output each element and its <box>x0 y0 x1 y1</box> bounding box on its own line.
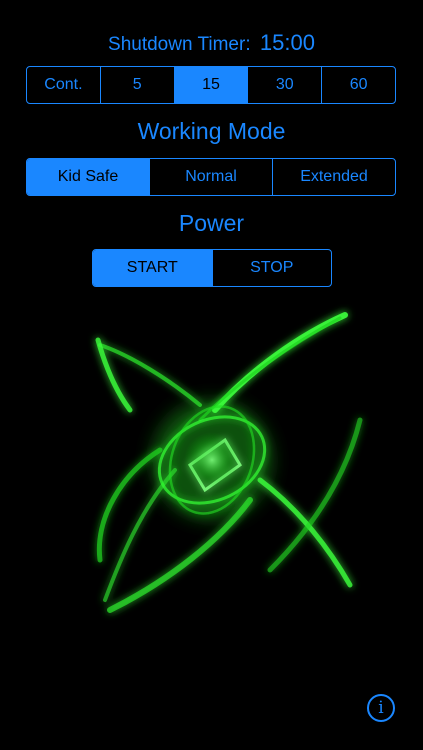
mode-option-kid-safe[interactable]: Kid Safe <box>27 159 149 195</box>
green-swirl-visualizer <box>95 312 363 613</box>
info-icon: i <box>378 698 384 718</box>
power-title: Power <box>178 210 245 236</box>
shutdown-timer-row: Shutdown Timer: 15:00 <box>0 30 423 58</box>
timer-segmented-control: Cont. 5 15 30 60 <box>26 66 396 104</box>
stop-button[interactable]: STOP <box>211 250 332 286</box>
start-button[interactable]: START <box>93 250 212 286</box>
info-button[interactable]: i <box>367 694 395 722</box>
timer-option-60[interactable]: 60 <box>321 67 395 103</box>
shutdown-timer-label: Shutdown Timer: <box>108 34 251 55</box>
timer-option-5[interactable]: 5 <box>99 67 174 103</box>
mode-option-extended[interactable]: Extended <box>272 159 395 195</box>
mode-option-normal[interactable]: Normal <box>149 159 272 195</box>
working-mode-segmented-control: Kid Safe Normal Extended <box>26 158 396 196</box>
working-mode-title: Working Mode <box>137 118 286 144</box>
timer-option-cont[interactable]: Cont. <box>27 67 100 103</box>
timer-option-15[interactable]: 15 <box>173 67 248 103</box>
timer-option-30[interactable]: 30 <box>247 67 321 103</box>
shutdown-timer-value: 15:00 <box>259 30 315 55</box>
power-segmented-control: START STOP <box>92 249 332 287</box>
